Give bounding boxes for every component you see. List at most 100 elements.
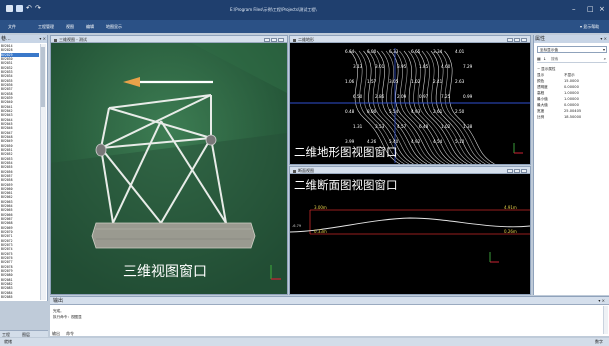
- menu-view[interactable]: 视图: [66, 24, 74, 30]
- contour-value-label: 6.00: [367, 49, 377, 54]
- section-top-left: 3.00m: [314, 205, 327, 210]
- section-header: 断面视图: [290, 167, 530, 174]
- section-bottom-right: 0.26m: [504, 229, 517, 234]
- contour-value-label: 3.05: [389, 79, 399, 84]
- contour-value-label: 0.48: [345, 109, 355, 114]
- contour-value-label: 6.50: [353, 94, 363, 99]
- view-3d-tab[interactable]: 三维视图 - 测试: [59, 37, 87, 42]
- contour-value-label: 1.06: [345, 79, 355, 84]
- view-3d-canvas[interactable]: 三维视图窗口: [51, 43, 287, 294]
- object-dropdown[interactable]: 坐标显示值 ▾: [537, 46, 607, 53]
- topo-canvas[interactable]: 6.64 6.00 6.33 6.65 3.34 4.01 3.13 3.01 3.95 1.85…: [290, 43, 530, 165]
- alpha-sort-icon[interactable]: ↓: [543, 56, 546, 61]
- max-icon[interactable]: [514, 169, 520, 173]
- contour-value-label: 2.86: [375, 94, 385, 99]
- contour-value-label: 6.64: [345, 49, 355, 54]
- close-icon[interactable]: [521, 169, 527, 173]
- node-sphere: [205, 134, 217, 146]
- prop-value[interactable]: 0.00000: [564, 85, 579, 89]
- section-canvas[interactable]: 二维断面图视图窗口 3.00m 4.91m 0.33m 0.26m -6.79: [290, 174, 530, 294]
- properties-header: 属性 ▾ ×: [534, 35, 609, 43]
- max-icon[interactable]: [514, 38, 520, 42]
- close-icon[interactable]: [521, 38, 527, 42]
- output-panel: 输出 ▾ × 完成。 执行命令：视图显: [50, 296, 609, 336]
- undo-icon[interactable]: ↶: [26, 5, 33, 12]
- contour-value-label: 0.97: [419, 94, 429, 99]
- prop-key: 比例: [537, 115, 545, 119]
- min-icon[interactable]: [264, 38, 270, 42]
- topo-header: 二维地形: [290, 36, 530, 43]
- contour-value-label: 4.92: [411, 139, 421, 144]
- sort-icon[interactable]: ▦: [537, 56, 541, 61]
- tunnel-3d-scene: [51, 43, 287, 294]
- min-icon[interactable]: [507, 38, 513, 42]
- prop-key: 最小值: [537, 97, 548, 101]
- contour-value-label: 5.54: [389, 109, 399, 114]
- contour-value-label: 3.95: [397, 64, 407, 69]
- node-sphere: [95, 143, 107, 157]
- contour-value-label: 4.54: [433, 139, 443, 144]
- max-icon[interactable]: [271, 38, 277, 42]
- section-bottom-left: 0.33m: [314, 229, 327, 234]
- min-icon[interactable]: [507, 169, 513, 173]
- prop-value[interactable]: 25.00405: [564, 109, 581, 113]
- close-icon[interactable]: [278, 38, 284, 42]
- search-icon[interactable]: ⌕: [604, 56, 606, 61]
- contour-value-label: 1.02: [411, 79, 421, 84]
- tab-output[interactable]: 输出: [52, 331, 60, 337]
- section-tab[interactable]: 断面视图: [298, 168, 314, 173]
- maximize-button[interactable]: □: [587, 5, 594, 13]
- tab-command[interactable]: 命令: [66, 331, 74, 337]
- menu-map[interactable]: 地图显示: [106, 24, 122, 30]
- redo-icon[interactable]: ↷: [35, 5, 42, 12]
- menu-project[interactable]: 工程管理: [38, 24, 54, 30]
- contour-value-label: 4.60: [441, 64, 451, 69]
- left-panel-title: 巷...: [1, 36, 11, 42]
- help-menu[interactable]: ▾ 显示帮助: [580, 24, 599, 30]
- contour-value-label: 4.57: [397, 124, 407, 129]
- menu-edit[interactable]: 编辑: [86, 24, 94, 30]
- prop-value[interactable]: 0.00000: [564, 103, 579, 107]
- left-scroll-thumb[interactable]: [41, 47, 45, 107]
- contour-value-label: 6.65: [411, 49, 421, 54]
- contour-value-label: 3.01: [375, 64, 385, 69]
- prop-key: 高程: [537, 91, 545, 95]
- output-close-icon[interactable]: ▾ ×: [598, 297, 605, 305]
- contour-value-label: 6.48: [419, 124, 429, 129]
- contour-value-label: 0.99: [463, 94, 473, 99]
- view-3d-label: 三维视图窗口: [123, 264, 207, 280]
- contour-value-label: 8.00: [367, 109, 377, 114]
- prop-key: 显示: [537, 73, 545, 77]
- props-search[interactable]: 搜索: [551, 57, 558, 62]
- output-tabs: 输出 命令: [50, 331, 110, 338]
- prop-value[interactable]: 1.00000: [564, 97, 579, 101]
- object-dropdown-value: 坐标显示值: [540, 48, 558, 52]
- contour-value-label: 7.25: [441, 94, 451, 99]
- section-view-window: 断面视图 二维断面图视图窗口 3.00m 4.91m 0.33m 0.26m -…: [289, 166, 531, 295]
- contour-value-label: 2.50: [455, 109, 465, 114]
- pin-icon[interactable]: ▾ ×: [600, 35, 607, 43]
- save-icon[interactable]: [16, 5, 23, 12]
- contour-value-label: 2.41: [433, 79, 443, 84]
- contour-value-label: 1.57: [367, 79, 377, 84]
- prop-value[interactable]: 15.0000: [564, 79, 579, 83]
- contour-value-label: 4.93: [411, 109, 421, 114]
- output-scrollbar[interactable]: [603, 306, 608, 334]
- prop-key: 颜色: [537, 79, 545, 83]
- menu-file[interactable]: 文件: [8, 24, 16, 30]
- close-button[interactable]: ×: [599, 5, 605, 13]
- status-right: 数字: [595, 339, 603, 344]
- panel-close-icon[interactable]: ▾ ×: [39, 35, 46, 43]
- contour-value-label: 3.34: [433, 49, 443, 54]
- prop-value[interactable]: 不显示: [564, 73, 575, 78]
- tunnel-list-item[interactable]: BV2085: [1, 295, 39, 299]
- prop-value[interactable]: 1.00000: [564, 91, 579, 95]
- left-tabs: 工程 图层: [0, 330, 48, 337]
- tunnel-base-block: [91, 222, 256, 249]
- prop-value[interactable]: 18.50000: [564, 115, 581, 119]
- output-line: 完成。: [53, 309, 64, 313]
- minimize-button[interactable]: –: [572, 5, 576, 13]
- output-header: 输出 ▾ ×: [50, 297, 609, 305]
- prop-group-title: − 显示属性: [537, 67, 556, 71]
- topo-tab[interactable]: 二维地形: [298, 37, 314, 42]
